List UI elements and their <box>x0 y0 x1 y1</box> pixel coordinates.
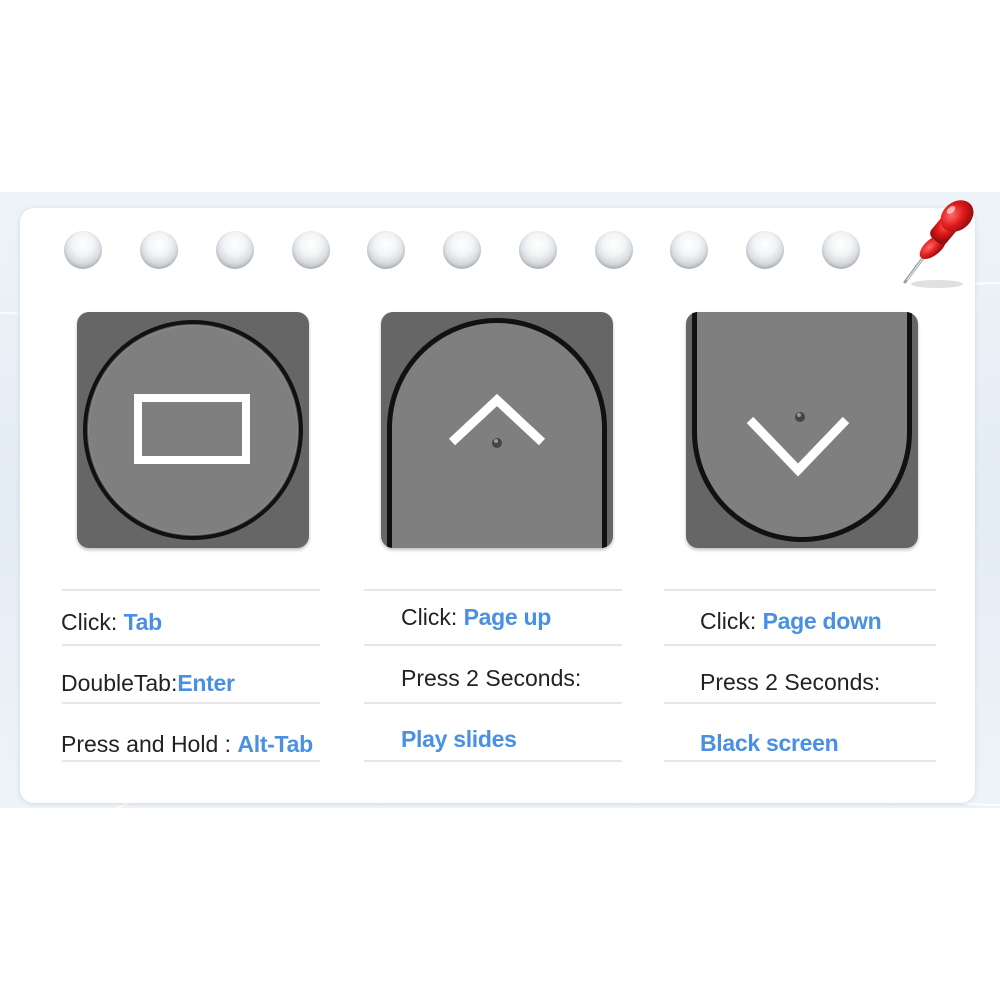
divider <box>664 760 936 762</box>
key-tab-click-row: Click: Tab <box>61 608 162 636</box>
divider <box>62 702 320 704</box>
binder-hole <box>367 231 405 269</box>
divider <box>364 589 622 591</box>
key-down-action-row: Black screen <box>700 729 839 757</box>
key-down-press-row: Press 2 Seconds: <box>700 668 880 696</box>
rectangle-icon <box>134 394 250 464</box>
key-tab-double-row: DoubleTab:Enter <box>61 669 235 697</box>
binder-hole <box>64 231 102 269</box>
row-value: Page up <box>463 604 552 630</box>
push-pin-icon <box>903 200 974 288</box>
key-down-click-row: Click: Page down <box>700 607 882 635</box>
divider <box>664 644 936 646</box>
divider <box>62 644 320 646</box>
row-value: Page down <box>762 608 882 634</box>
row-label: Press and Hold : <box>61 731 238 757</box>
row-label: Click: <box>401 604 464 630</box>
row-label: Press 2 Seconds: <box>700 669 881 695</box>
binder-hole <box>595 231 633 269</box>
key-page-up-button[interactable] <box>381 312 613 548</box>
binder-hole <box>519 231 557 269</box>
binder-hole <box>140 231 178 269</box>
binder-hole <box>216 231 254 269</box>
binder-hole <box>746 231 784 269</box>
key-tab-hold-row: Press and Hold : Alt-Tab <box>61 730 313 758</box>
key-up-action-row: Play slides <box>401 725 517 753</box>
chevron-up-icon <box>448 393 546 446</box>
row-value: Tab <box>123 609 163 635</box>
divider <box>664 589 936 591</box>
key-up-press-row: Press 2 Seconds: <box>401 664 581 692</box>
chevron-down-icon <box>746 416 850 477</box>
row-value: Play slides <box>401 726 517 752</box>
row-value: Enter <box>177 670 235 696</box>
row-label: Click: <box>61 609 124 635</box>
key-page-down-button[interactable] <box>686 312 918 548</box>
binder-hole <box>670 231 708 269</box>
key-tab-button[interactable] <box>77 312 309 548</box>
divider <box>364 702 622 704</box>
binder-hole <box>822 231 860 269</box>
binder-hole <box>443 231 481 269</box>
divider <box>62 760 320 762</box>
divider <box>364 644 622 646</box>
divider <box>364 760 622 762</box>
row-label: Click: <box>700 608 763 634</box>
divider <box>62 589 320 591</box>
key-up-click-row: Click: Page up <box>401 603 551 631</box>
row-label: DoubleTab: <box>61 670 178 696</box>
row-label: Press 2 Seconds: <box>401 665 582 691</box>
divider <box>664 702 936 704</box>
row-value: Alt-Tab <box>237 731 313 757</box>
binder-hole <box>292 231 330 269</box>
row-value: Black screen <box>700 730 839 756</box>
